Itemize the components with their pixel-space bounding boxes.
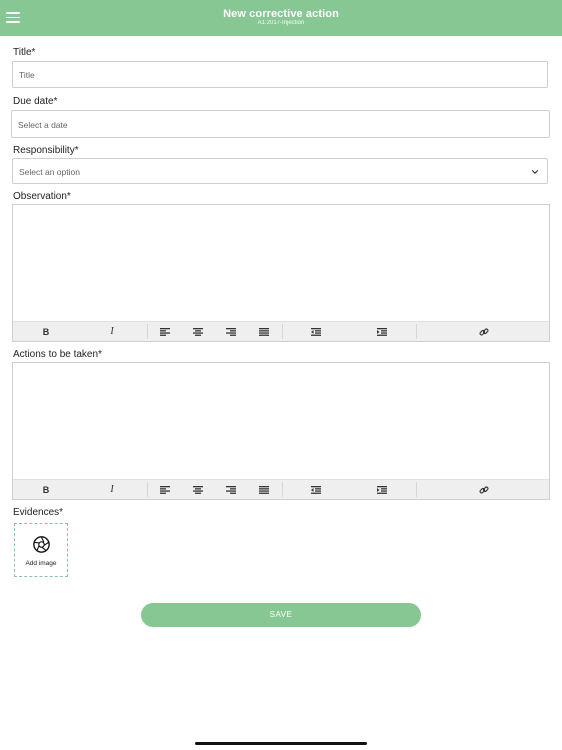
toolbar-divider [282,324,283,339]
align-left-icon[interactable] [158,322,172,341]
toolbar-divider [416,482,417,497]
actions-toolbar: B I [13,479,549,499]
indent-icon[interactable] [375,322,389,341]
responsibility-select[interactable]: Select an option [12,158,548,184]
chevron-down-icon [531,170,539,174]
responsibility-value: Select an option [19,167,80,177]
actions-textarea[interactable] [13,363,549,481]
align-center-icon[interactable] [191,480,205,499]
link-icon[interactable] [477,322,491,341]
align-right-icon[interactable] [224,322,238,341]
camera-aperture-icon [33,536,50,553]
due-date-placeholder: Select a date [18,120,68,130]
bold-icon[interactable]: B [39,480,53,499]
toolbar-divider [416,324,417,339]
title-input[interactable]: Title [12,61,548,88]
link-icon[interactable] [477,480,491,499]
toolbar-divider [147,482,148,497]
align-right-icon[interactable] [224,480,238,499]
italic-icon[interactable]: I [105,480,119,499]
observation-editor: B I [12,204,550,342]
align-justify-icon[interactable] [257,480,271,499]
align-left-icon[interactable] [158,480,172,499]
align-center-icon[interactable] [191,322,205,341]
header-bar: New corrective action A1:2017-Injection [0,0,562,36]
due-date-field[interactable]: Select a date [11,110,550,138]
due-date-label: Due date* [13,96,58,107]
observation-toolbar: B I [13,321,549,341]
actions-editor: B I [12,362,550,500]
title-label: Title* [13,47,36,58]
evidences-label: Evidences* [13,507,64,518]
outdent-icon[interactable] [309,322,323,341]
observation-textarea[interactable] [13,205,549,323]
actions-label: Actions to be taken* [13,349,102,360]
responsibility-label: Responsibility* [13,145,79,156]
home-indicator [195,742,367,745]
page-title: New corrective action [223,8,339,20]
bold-icon[interactable]: B [39,322,53,341]
page-subtitle: A1:2017-Injection [257,20,305,26]
save-button[interactable]: SAVE [141,603,421,627]
align-justify-icon[interactable] [257,322,271,341]
add-image-button[interactable]: Add image [14,523,68,577]
add-image-label: Add image [25,560,57,567]
title-placeholder: Title [19,70,35,80]
outdent-icon[interactable] [309,480,323,499]
toolbar-divider [282,482,283,497]
observation-label: Observation* [13,191,71,202]
indent-icon[interactable] [375,480,389,499]
toolbar-divider [147,324,148,339]
italic-icon[interactable]: I [105,322,119,341]
